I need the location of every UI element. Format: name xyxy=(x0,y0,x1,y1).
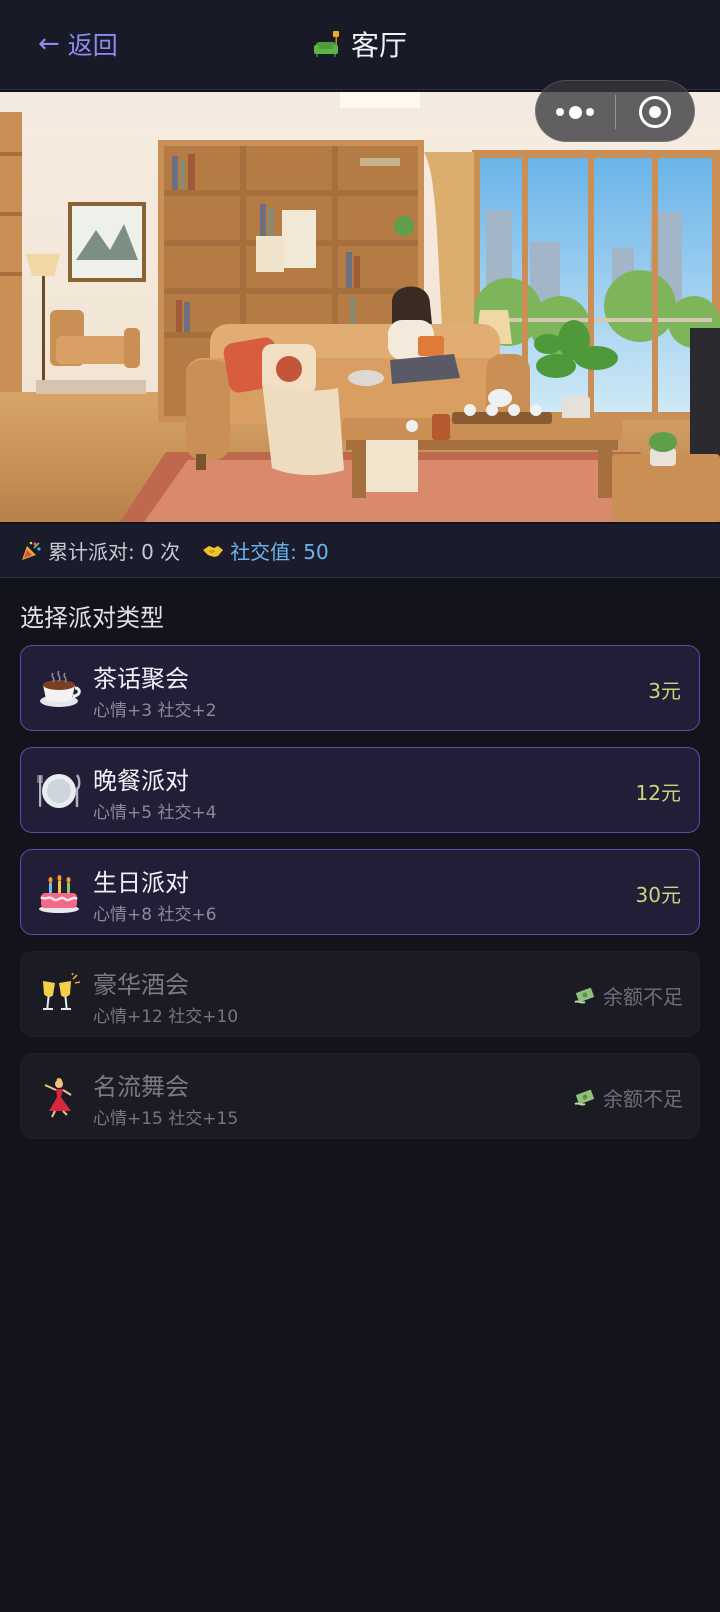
party-name: 豪华酒会 xyxy=(93,971,189,999)
party-card-birthday[interactable]: 生日派对 心情+8 社交+6 30元 xyxy=(20,849,700,935)
party-count-stat: 累计派对: 0 次 xyxy=(20,536,180,565)
party-effect: 心情+8 社交+6 xyxy=(93,905,217,925)
party-card-tea[interactable]: 茶话聚会 心情+3 社交+2 3元 xyxy=(20,645,700,731)
status-text: 余额不足 xyxy=(603,985,683,1009)
party-price: 30元 xyxy=(635,883,681,907)
handshake-icon xyxy=(203,545,224,557)
dinner-plate-icon xyxy=(37,774,81,808)
party-effect: 心情+5 社交+4 xyxy=(93,803,217,823)
top-nav-bar: ← 返回 客厅 xyxy=(0,0,720,90)
tea-icon xyxy=(40,670,81,707)
insufficient-balance-status: 余额不足 xyxy=(573,981,683,1010)
social-value-text: 社交值: 50 xyxy=(230,540,329,564)
social-value-stat: 社交值: 50 xyxy=(202,536,329,565)
party-name: 晚餐派对 xyxy=(93,767,189,795)
page-title: 客厅 xyxy=(0,24,720,64)
capsule-divider xyxy=(615,95,616,129)
party-type-list: 茶话聚会 心情+3 社交+2 3元 晚餐派对 心情+5 社交+4 12元 生日派… xyxy=(20,645,700,1155)
target-icon[interactable] xyxy=(639,96,671,128)
party-price: 12元 xyxy=(635,781,681,805)
party-card-dinner[interactable]: 晚餐派对 心情+5 社交+4 12元 xyxy=(20,747,700,833)
party-name: 生日派对 xyxy=(93,869,189,897)
party-effect: 心情+3 社交+2 xyxy=(93,701,217,721)
living-room-illustration xyxy=(0,92,720,522)
title-text: 客厅 xyxy=(350,29,407,62)
party-effect: 心情+12 社交+10 xyxy=(93,1007,239,1027)
party-price: 3元 xyxy=(648,679,681,703)
status-text: 余额不足 xyxy=(603,1087,683,1111)
birthday-cake-icon xyxy=(39,875,79,913)
party-card-cocktail: 豪华酒会 心情+12 社交+10 余额不足 xyxy=(20,951,700,1037)
party-count-text: 累计派对: 0 次 xyxy=(48,540,181,564)
party-effect: 心情+15 社交+15 xyxy=(93,1109,239,1129)
party-name: 名流舞会 xyxy=(93,1073,189,1101)
champagne-glasses-icon xyxy=(43,973,81,1010)
more-dots-icon[interactable] xyxy=(556,103,594,121)
section-title: 选择派对类型 xyxy=(20,604,164,632)
party-name: 茶话聚会 xyxy=(93,665,189,693)
party-card-gala: 名流舞会 心情+15 社交+15 余额不足 xyxy=(20,1053,700,1139)
mini-program-capsule xyxy=(535,80,695,142)
money-wings-icon xyxy=(574,987,594,1004)
party-popper-icon xyxy=(22,541,41,560)
insufficient-balance-status: 余额不足 xyxy=(573,1083,683,1112)
dancer-icon xyxy=(44,1078,72,1118)
stats-bar: 累计派对: 0 次 社交值: 50 xyxy=(0,524,720,578)
sofa-icon xyxy=(313,31,339,57)
money-wings-icon xyxy=(574,1089,594,1106)
